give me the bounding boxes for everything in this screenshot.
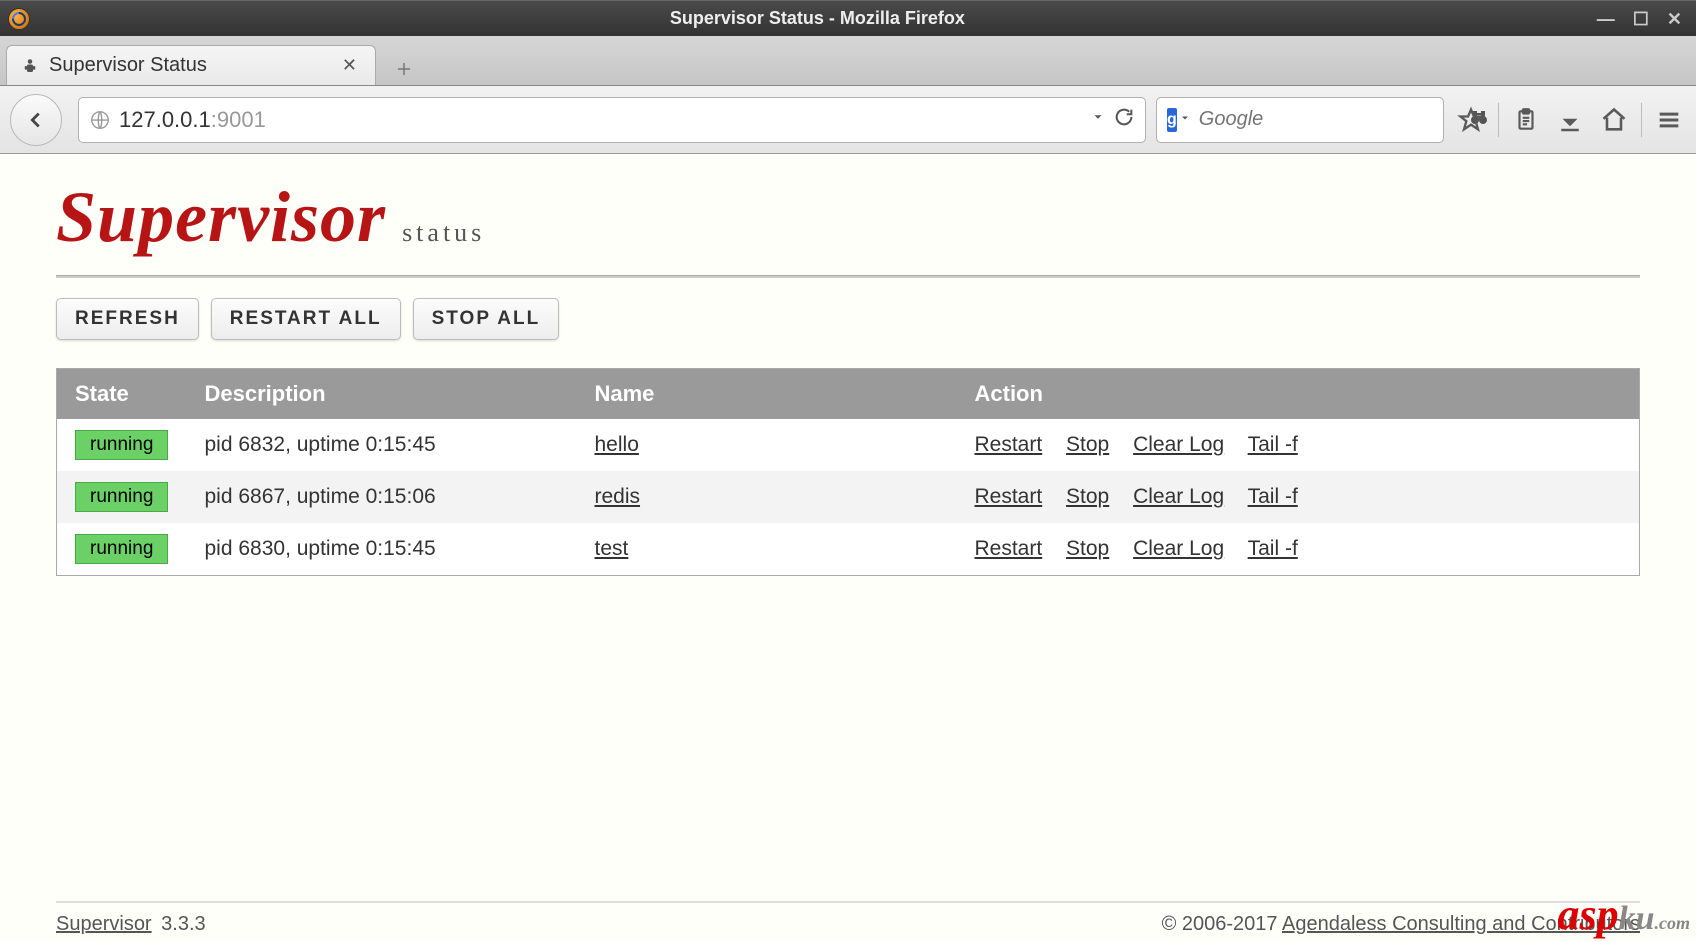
table-row: running pid 6832, uptime 0:15:45 hello R… [57,419,1640,471]
reload-button[interactable] [1113,106,1135,133]
url-text[interactable]: 127.0.0.1:9001 [119,107,1083,133]
browser-toolbar: 127.0.0.1:9001 g [0,86,1696,154]
process-name-link[interactable]: test [595,537,629,560]
col-name: Name [577,369,957,420]
watermark-suffix: .com [1655,913,1691,933]
divider [56,275,1640,278]
process-name-link[interactable]: hello [595,433,639,456]
table-row: running pid 6867, uptime 0:15:06 redis R… [57,471,1640,523]
search-engine-icon[interactable]: g [1167,108,1177,132]
restart-link[interactable]: Restart [975,485,1043,508]
downloads-button[interactable] [1553,103,1587,137]
browser-tab[interactable]: Supervisor Status ✕ [6,45,376,85]
col-state: State [57,369,187,420]
restart-all-button[interactable]: RESTART ALL [211,298,401,340]
search-bar[interactable]: g [1156,97,1444,143]
url-dropdown-icon[interactable] [1091,110,1105,129]
process-description: pid 6867, uptime 0:15:06 [187,471,577,523]
globe-icon [89,109,111,131]
state-badge: running [75,430,168,460]
clipboard-button[interactable] [1509,103,1543,137]
logo-sub-text: status [402,218,485,248]
address-bar[interactable]: 127.0.0.1:9001 [78,97,1146,143]
tailf-link[interactable]: Tail -f [1248,433,1298,456]
window-titlebar: Supervisor Status - Mozilla Firefox — ☐ … [0,0,1696,36]
window-title: Supervisor Status - Mozilla Firefox [38,8,1597,29]
toolbar-separator [1498,103,1499,137]
window-minimize-button[interactable]: — [1597,10,1615,28]
page-content: Supervisor status REFRESH RESTART ALL ST… [0,154,1696,942]
col-action: Action [957,369,1640,420]
col-description: Description [187,369,577,420]
footer-project-link[interactable]: Supervisor [56,913,152,935]
footer-consultant-link[interactable]: Agendaless Consulting and Contributors [1282,913,1640,935]
search-input[interactable] [1199,108,1467,131]
stop-link[interactable]: Stop [1066,485,1109,508]
new-tab-button[interactable] [388,53,420,85]
state-badge: running [75,534,168,564]
process-description: pid 6832, uptime 0:15:45 [187,419,577,471]
table-row: running pid 6830, uptime 0:15:45 test Re… [57,523,1640,576]
url-port: :9001 [211,107,266,132]
process-table: State Description Name Action running pi… [56,368,1640,576]
window-close-button[interactable]: ✕ [1667,10,1682,28]
clearlog-link[interactable]: Clear Log [1133,485,1224,508]
robot-favicon-icon [21,57,39,75]
button-row: REFRESH RESTART ALL STOP ALL [56,298,1640,340]
tab-strip: Supervisor Status ✕ [0,36,1696,86]
restart-link[interactable]: Restart [975,537,1043,560]
search-engine-dropdown-icon[interactable] [1179,111,1191,129]
tab-close-button[interactable]: ✕ [338,53,361,78]
stop-all-button[interactable]: STOP ALL [413,298,560,340]
logo-main-text: Supervisor [56,176,386,259]
firefox-icon [8,8,30,30]
back-button[interactable] [10,94,62,146]
footer: Supervisor 3.3.3 © 2006-2017 Agendaless … [56,901,1640,936]
tailf-link[interactable]: Tail -f [1248,537,1298,560]
process-name-link[interactable]: redis [595,485,641,508]
window-maximize-button[interactable]: ☐ [1633,10,1649,28]
stop-link[interactable]: Stop [1066,433,1109,456]
process-description: pid 6830, uptime 0:15:45 [187,523,577,576]
footer-copyright: © 2006-2017 [1162,913,1282,935]
url-host: 127.0.0.1 [119,107,211,132]
hamburger-menu-button[interactable] [1652,103,1686,137]
bookmark-star-button[interactable] [1454,103,1488,137]
footer-version: 3.3.3 [161,913,205,935]
home-button[interactable] [1597,103,1631,137]
restart-link[interactable]: Restart [975,433,1043,456]
supervisor-logo: Supervisor status [56,176,1640,259]
state-badge: running [75,482,168,512]
table-header-row: State Description Name Action [57,369,1640,420]
refresh-button[interactable]: REFRESH [56,298,199,340]
stop-link[interactable]: Stop [1066,537,1109,560]
tailf-link[interactable]: Tail -f [1248,485,1298,508]
tab-title: Supervisor Status [49,54,338,77]
toolbar-separator [1641,103,1642,137]
clearlog-link[interactable]: Clear Log [1133,433,1224,456]
clearlog-link[interactable]: Clear Log [1133,537,1224,560]
